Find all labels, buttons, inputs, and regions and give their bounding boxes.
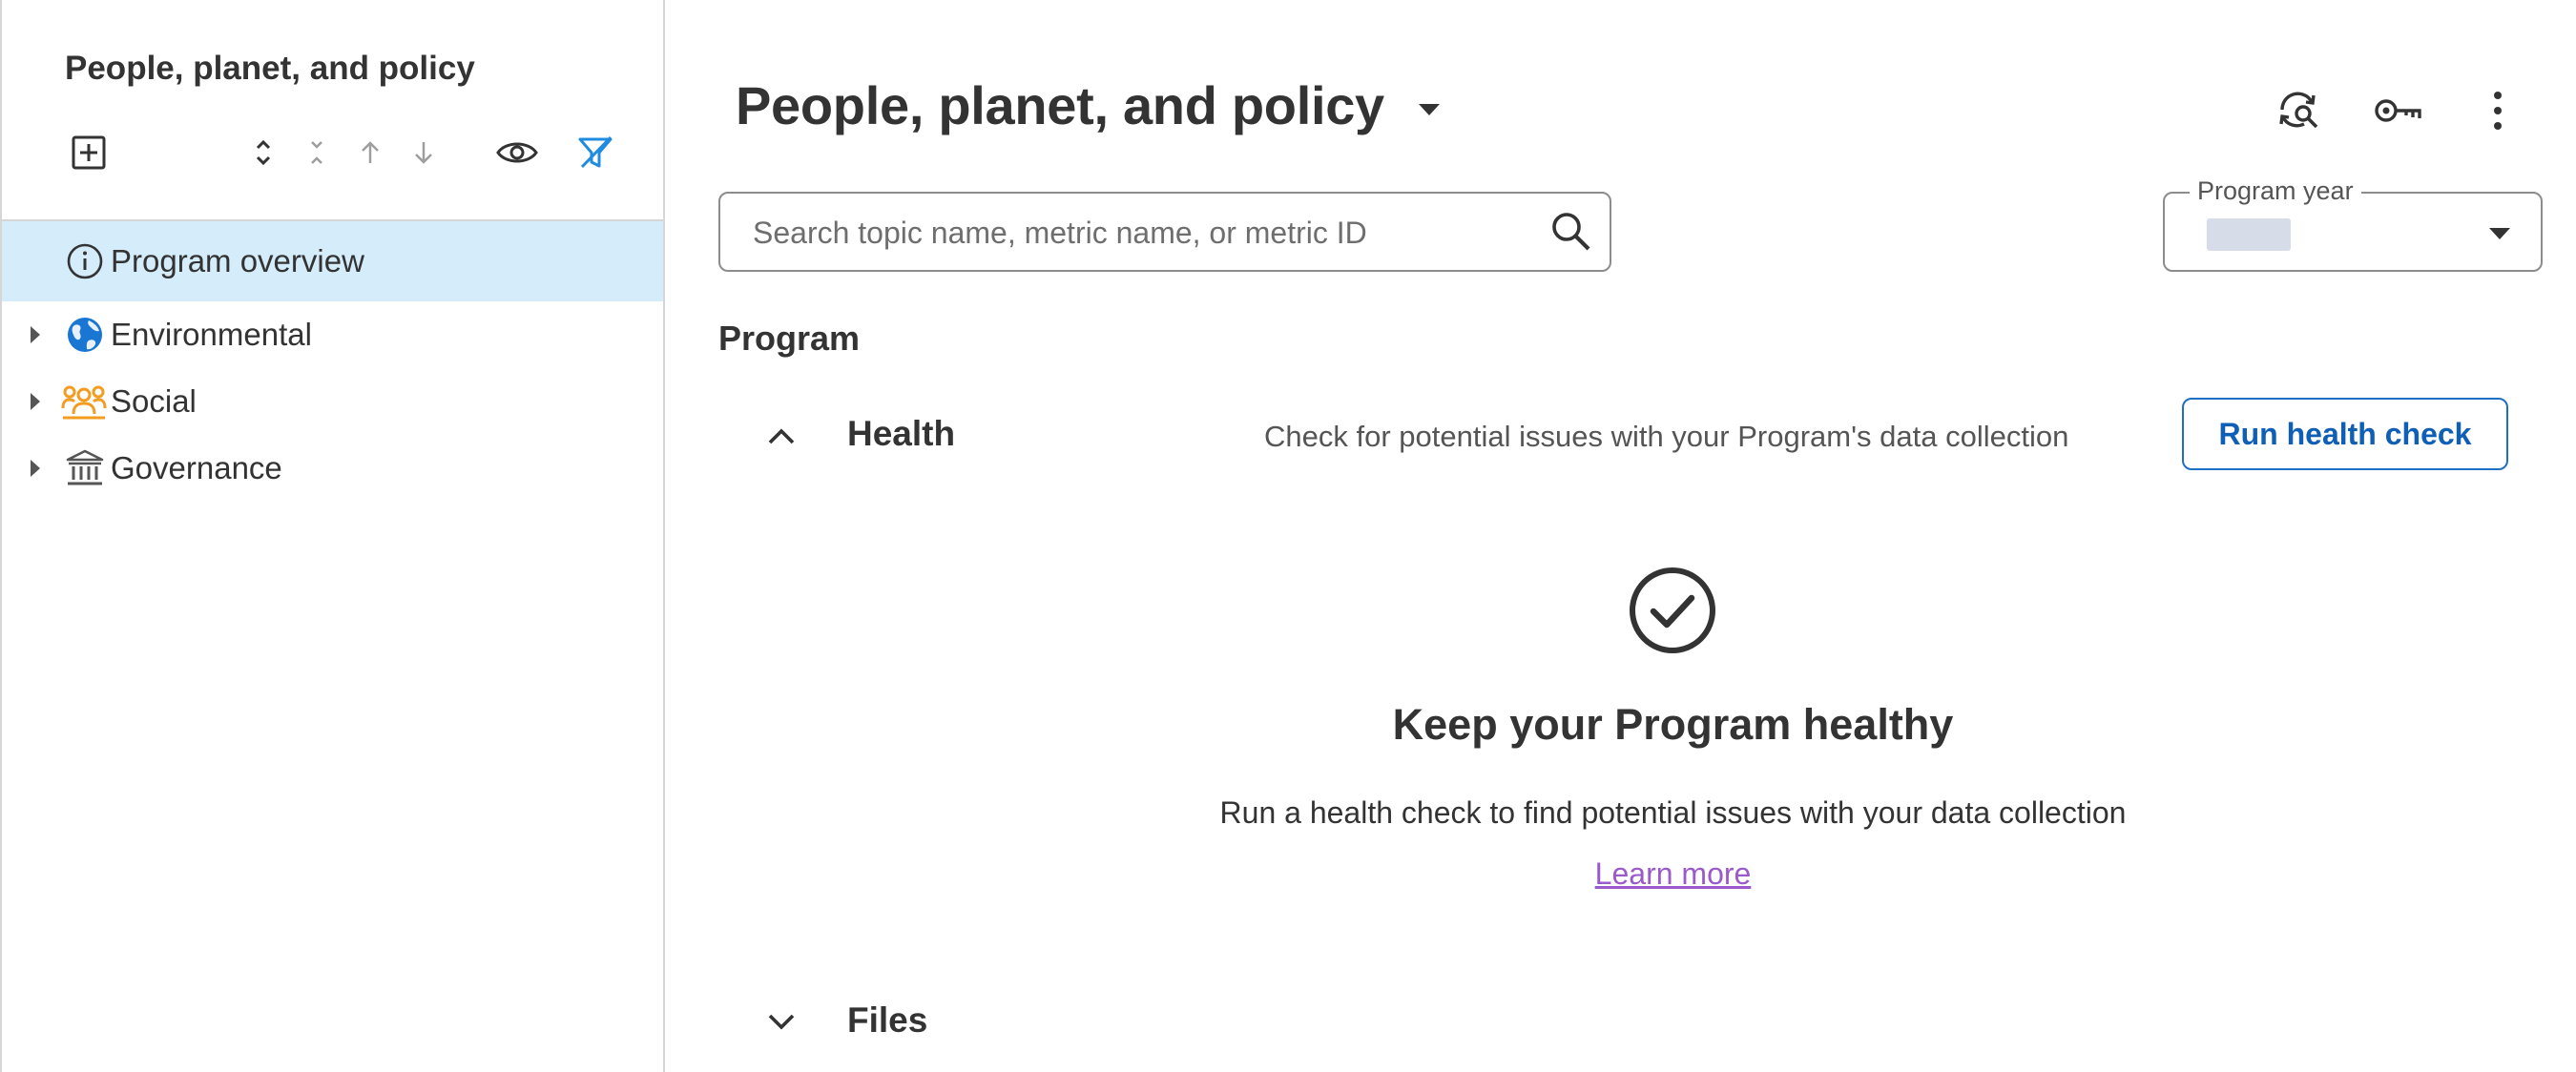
sidebar-item-governance[interactable]: Governance (2, 435, 663, 502)
more-options-button[interactable] (2469, 82, 2526, 139)
move-up-button[interactable] (353, 126, 387, 179)
search-icon (1552, 213, 1590, 251)
health-collapse-toggle[interactable] (762, 417, 800, 455)
program-year-value (2207, 218, 2291, 251)
sidebar-item-label: Governance (111, 450, 282, 485)
key-icon (2375, 99, 2421, 122)
learn-more-wrap: Learn more (667, 856, 2576, 892)
visibility-button[interactable] (493, 126, 541, 179)
run-health-check-button[interactable]: Run health check (2182, 398, 2508, 470)
expand-caret-icon[interactable] (29, 457, 48, 480)
program-year-select[interactable]: Program year (2163, 176, 2543, 272)
bank-building-icon (65, 448, 105, 488)
arrow-down-icon (415, 142, 432, 164)
info-circle-icon (65, 241, 105, 281)
chevron-down-icon (768, 1014, 795, 1030)
sync-search-button[interactable] (2271, 82, 2328, 139)
caret-down-icon (1418, 103, 1440, 115)
move-down-button[interactable] (406, 126, 441, 179)
chevron-up-icon (768, 428, 795, 444)
expand-caret-icon[interactable] (29, 323, 48, 346)
program-year-label: Program year (2190, 176, 2361, 206)
files-expand-toggle[interactable] (762, 1002, 800, 1041)
sidebar-item-label: Environmental (111, 317, 312, 352)
caret-down-icon (2489, 228, 2510, 239)
add-topic-button[interactable] (65, 126, 113, 179)
unfold-less-icon (311, 141, 322, 164)
sidebar-item-label: Program overview (111, 243, 364, 278)
files-section-title: Files (847, 1000, 928, 1040)
topic-tree: Program overview Environmental Social Go… (2, 221, 663, 502)
sidebar-item-environmental[interactable]: Environmental (2, 301, 663, 368)
filter-off-icon (578, 135, 613, 169)
unfold-more-icon (256, 139, 271, 166)
page-title: People, planet, and policy (736, 75, 1384, 135)
filter-toggle-button[interactable] (571, 126, 619, 179)
collapse-all-button[interactable] (300, 126, 334, 179)
more-vertical-icon (2494, 92, 2502, 130)
health-description: Check for potential issues with your Pro… (1264, 420, 2069, 453)
people-group-icon (61, 381, 107, 422)
sidebar-title: People, planet, and policy (65, 50, 475, 87)
sync-search-icon (2279, 92, 2318, 129)
program-switcher[interactable]: People, planet, and policy (736, 74, 1442, 136)
search-input[interactable] (753, 211, 1535, 255)
health-section-title: Health (847, 414, 956, 453)
sidebar-item-label: Social (111, 383, 197, 419)
expand-all-button[interactable] (246, 126, 280, 179)
access-key-button[interactable] (2370, 82, 2427, 139)
expand-caret-icon[interactable] (29, 390, 48, 413)
empty-state-title: Keep your Program healthy (1392, 700, 1954, 749)
check-circle-icon (1630, 567, 1715, 653)
eye-icon (496, 142, 538, 163)
section-heading-program: Program (718, 319, 861, 358)
learn-more-link[interactable]: Learn more (1595, 856, 1752, 891)
arrow-up-icon (362, 141, 379, 163)
search-box (718, 192, 1611, 272)
globe-icon (65, 315, 105, 355)
main-content: People, planet, and policy Search topic … (667, 0, 2576, 1072)
sidebar-toolbar (2, 126, 663, 179)
sidebar-item-social[interactable]: Social (2, 368, 663, 435)
empty-state-description: Run a health check to find potential iss… (1219, 795, 2127, 830)
sidebar: People, planet, and policy Program overv… (0, 0, 665, 1072)
add-box-icon (72, 135, 106, 170)
sidebar-item-program-overview[interactable]: Program overview (2, 221, 663, 301)
